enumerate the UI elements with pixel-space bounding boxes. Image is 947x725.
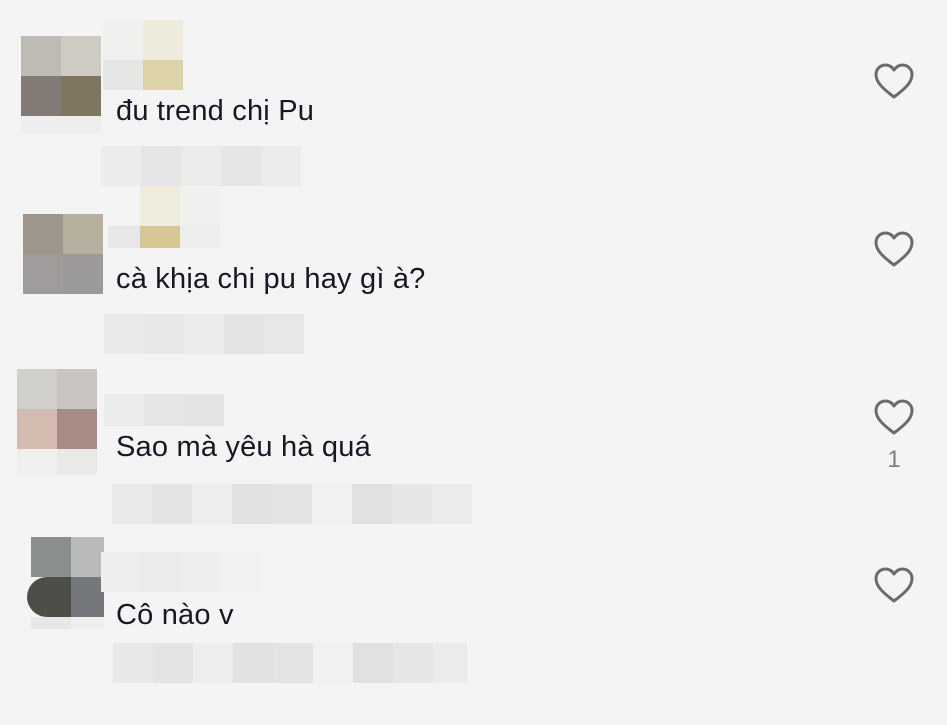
like-count: 1 (887, 446, 901, 473)
like-button[interactable] (870, 62, 918, 110)
username-blurred[interactable] (104, 394, 224, 426)
heart-outline-icon (874, 567, 914, 603)
avatar[interactable] (27, 537, 107, 637)
comment-item: Cô nào v (0, 504, 947, 683)
heart-outline-icon (874, 231, 914, 267)
like-button[interactable] (870, 230, 918, 278)
comment-meta-blurred[interactable] (113, 643, 467, 683)
comment-text: Cô nào v (116, 599, 234, 631)
username-blurred[interactable] (101, 552, 261, 592)
avatar[interactable] (17, 369, 97, 475)
avatar[interactable] (21, 36, 101, 136)
comment-text: Sao mà yêu hà quá (116, 431, 371, 463)
comment-item: đu trend chị Pu (0, 0, 947, 186)
avatar[interactable] (23, 214, 103, 314)
comment-text: đu trend chị Pu (116, 95, 315, 127)
username-blurred (108, 226, 220, 248)
username-blurred (103, 60, 183, 90)
heart-outline-icon (874, 63, 914, 99)
comment-list: đu trend chị Pu cà khịa chi pu hay gì à?… (0, 0, 947, 725)
username-blurred[interactable] (108, 186, 220, 226)
comment-item: cà khịa chi pu hay gì à? (0, 168, 947, 354)
comment-item: Sao mà yêu hà quá 1 (0, 336, 947, 524)
comment-text: cà khịa chi pu hay gì à? (116, 263, 426, 295)
heart-outline-icon (874, 399, 914, 435)
username-blurred[interactable] (103, 20, 183, 60)
like-button[interactable]: 1 (870, 398, 918, 474)
like-button[interactable] (870, 566, 918, 614)
